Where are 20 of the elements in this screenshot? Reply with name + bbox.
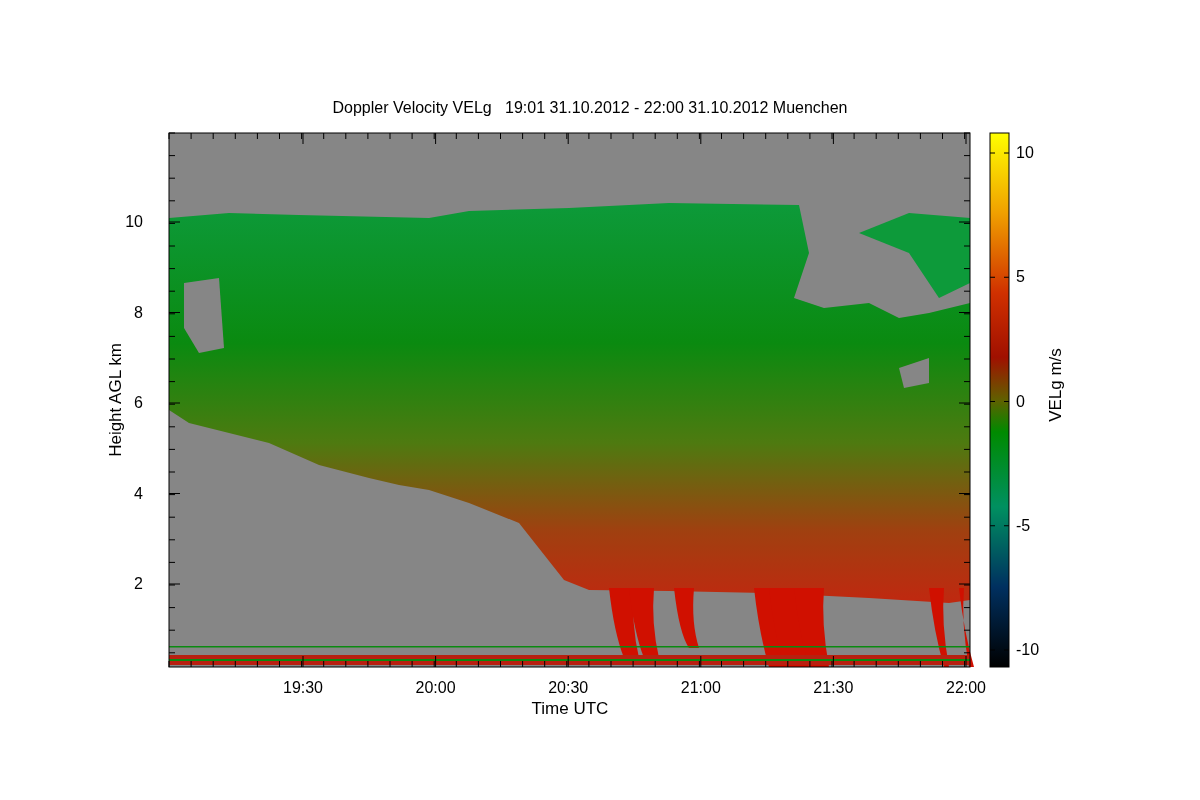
y-tick-label: 10 (125, 214, 143, 230)
x-tick-label: 20:00 (415, 680, 456, 696)
colorbar-tick-label: 0 (1016, 393, 1025, 410)
colorbar-label: VELg m/s (1046, 348, 1064, 422)
colorbar-tick-label: 5 (1016, 269, 1025, 286)
x-tick-label: 19:30 (283, 680, 323, 696)
chart-title: Doppler Velocity VELg 19:01 31.10.2012 - 22:00 31.10.2012 Muenchen (331, 100, 849, 116)
x-tick-label: 21:00 (680, 680, 721, 696)
colorbar-tick-label: -10 (1016, 642, 1040, 658)
y-tick-label: 4 (134, 485, 143, 502)
x-tick-label: 22:00 (946, 680, 986, 696)
y-tick-label: 6 (134, 395, 143, 411)
y-axis-label: Height AGL km (106, 343, 124, 457)
y-tick-label: 2 (134, 576, 143, 592)
x-tick-label: 20:30 (548, 680, 589, 696)
x-tick-label: 21:30 (813, 680, 854, 696)
colorbar-tick-label: 10 (1016, 145, 1034, 161)
colorbar-tick-label: -5 (1016, 517, 1031, 534)
x-axis-label: Time UTC (530, 700, 610, 717)
y-tick-label: 8 (134, 304, 143, 321)
